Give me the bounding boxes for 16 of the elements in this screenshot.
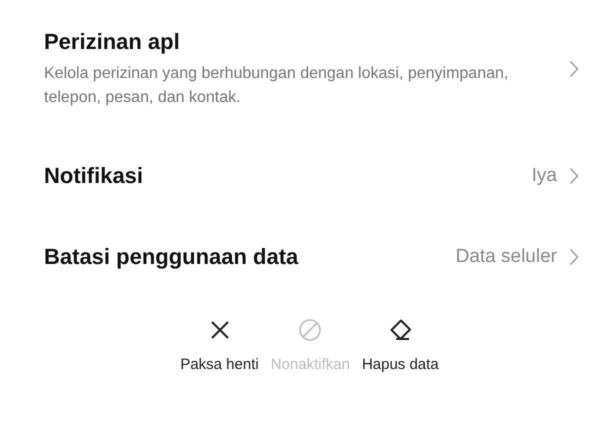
item-value: Iya (532, 165, 557, 187)
settings-item[interactable]: Perizinan apl Kelola perizinan yang berhubungan dengan lokasi, penyimpanan, telepon, pesan, dan kontak. (44, 28, 579, 110)
item-title: Notifikasi (44, 162, 144, 190)
chevron-right-icon (569, 248, 579, 266)
settings-item[interactable]: Notifikasi Iya (44, 162, 579, 190)
eraser-icon (388, 318, 412, 342)
item-title: Batasi penggunaan data (44, 243, 300, 271)
settings-item[interactable]: Batasi penggunaan data Data seluler (44, 242, 579, 272)
block-icon (298, 318, 322, 342)
action-button[interactable]: Paksa henti (176, 318, 263, 373)
chevron-right-icon (569, 167, 579, 185)
item-value: Data seluler (456, 246, 557, 268)
item-title: Perizinan apl (44, 28, 181, 56)
chevron-right-icon (569, 60, 579, 78)
item-description: Kelola perizinan yang berhubungan dengan lokasi, penyimpanan, telepon, pesan, dan kontak. (44, 64, 510, 108)
action-button[interactable]: Hapus data (358, 318, 443, 373)
